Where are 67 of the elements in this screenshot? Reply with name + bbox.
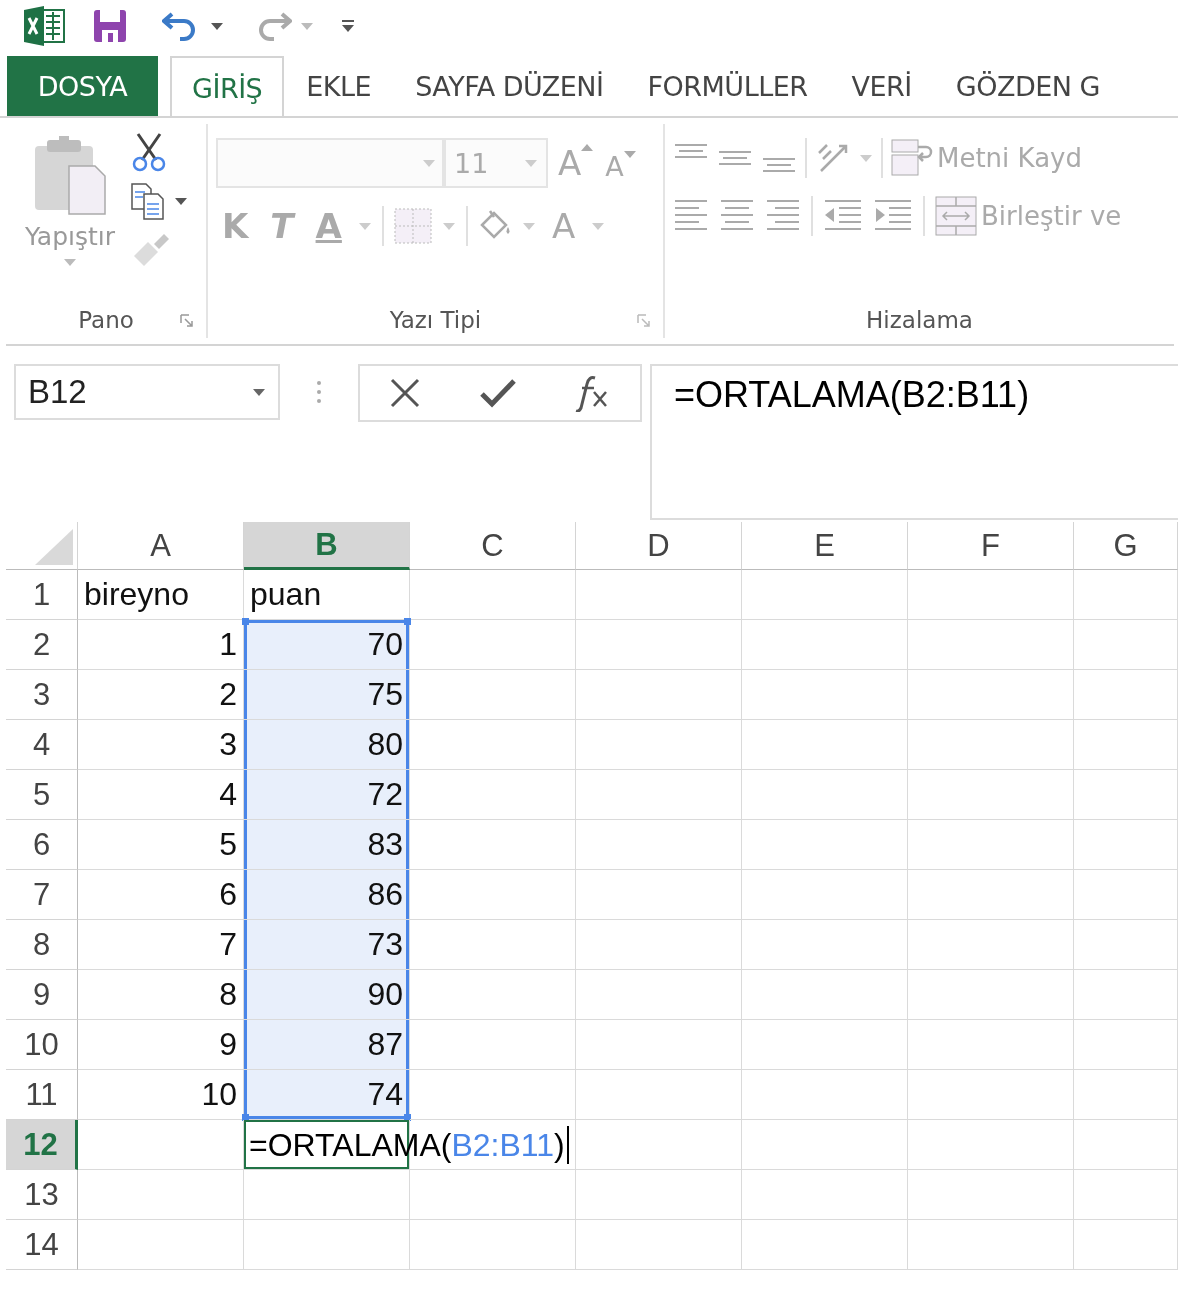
caret-up-icon (581, 143, 594, 151)
group-label: Hizalama (866, 307, 973, 333)
excel-logo-icon[interactable] (22, 6, 66, 46)
row-header[interactable]: 13 (6, 1170, 78, 1220)
table-cell: 70 (244, 620, 410, 670)
caret-icon[interactable] (252, 387, 266, 397)
column-header[interactable]: E (742, 522, 908, 570)
ribbon-tab[interactable]: SAYFA DÜZENİ (393, 56, 626, 116)
column-header[interactable]: G (1074, 522, 1178, 570)
column-header[interactable]: D (576, 522, 742, 570)
ribbon-tab[interactable]: FORMÜLLER (625, 56, 830, 116)
row-header[interactable]: 14 (6, 1220, 78, 1270)
font-name-field[interactable] (216, 138, 444, 188)
row-header[interactable]: 3 (6, 670, 78, 720)
ribbon-tab[interactable]: GİRİŞ (170, 56, 285, 116)
table-cell: 73 (244, 920, 410, 970)
row-header[interactable]: 8 (6, 920, 78, 970)
file-tab[interactable]: DOSYA (7, 56, 158, 116)
ribbon-tab[interactable]: EKLE (284, 56, 394, 116)
table-cell: 90 (244, 970, 410, 1020)
range-handle[interactable] (242, 618, 249, 625)
range-handle[interactable] (242, 1114, 249, 1121)
name-box[interactable]: B12 (14, 364, 280, 420)
row-header[interactable]: 9 (6, 970, 78, 1020)
table-cell: 72 (244, 770, 410, 820)
merge-cells-icon (935, 196, 977, 236)
scissors-icon[interactable] (130, 132, 168, 172)
column-header[interactable]: F (908, 522, 1074, 570)
table-cell: 83 (244, 820, 410, 870)
column-header[interactable]: B (244, 522, 410, 570)
caret-icon (623, 150, 636, 159)
grip-icon[interactable] (316, 380, 322, 404)
check-icon[interactable] (480, 378, 516, 408)
copy-icon[interactable] (130, 182, 166, 220)
dialog-launcher-icon[interactable] (637, 314, 651, 328)
save-icon[interactable] (92, 8, 128, 44)
customize-icon[interactable] (340, 18, 356, 34)
row-header[interactable]: 12 (6, 1120, 78, 1170)
row-header[interactable]: 7 (6, 870, 78, 920)
table-cell: 74 (244, 1070, 410, 1120)
range-handle[interactable] (404, 618, 411, 625)
ribbon-tab[interactable]: VERİ (829, 56, 934, 116)
ribbon-tab[interactable]: GÖZDEN G (933, 56, 1123, 116)
column-header[interactable]: C (410, 522, 576, 570)
caret-icon[interactable] (210, 21, 224, 31)
select-all-icon[interactable] (35, 529, 73, 565)
table-cell: bireyno (78, 570, 244, 620)
table-cell: 75 (244, 670, 410, 720)
table-cell: 86 (244, 870, 410, 920)
formula-field[interactable]: =ORTALAMA(B2:B11) (650, 364, 1178, 520)
dialog-launcher-icon[interactable] (180, 314, 194, 328)
caret-icon[interactable] (174, 196, 188, 206)
group-label: Yazı Tipi (389, 307, 482, 333)
row-header[interactable]: 2 (6, 620, 78, 670)
table-cell: 80 (244, 720, 410, 770)
close-icon[interactable] (389, 377, 422, 409)
row-header[interactable]: 10 (6, 1020, 78, 1070)
group-label: Pano (78, 307, 134, 333)
row-header[interactable]: 5 (6, 770, 78, 820)
range-handle[interactable] (404, 1114, 411, 1121)
row-header[interactable]: 6 (6, 820, 78, 870)
paste-icon[interactable] (33, 136, 107, 216)
borders-icon[interactable] (393, 208, 432, 244)
row-header[interactable]: 4 (6, 720, 78, 770)
row-header[interactable]: 1 (6, 570, 78, 620)
wrap-text-icon (891, 139, 933, 177)
table-cell: 87 (244, 1020, 410, 1070)
